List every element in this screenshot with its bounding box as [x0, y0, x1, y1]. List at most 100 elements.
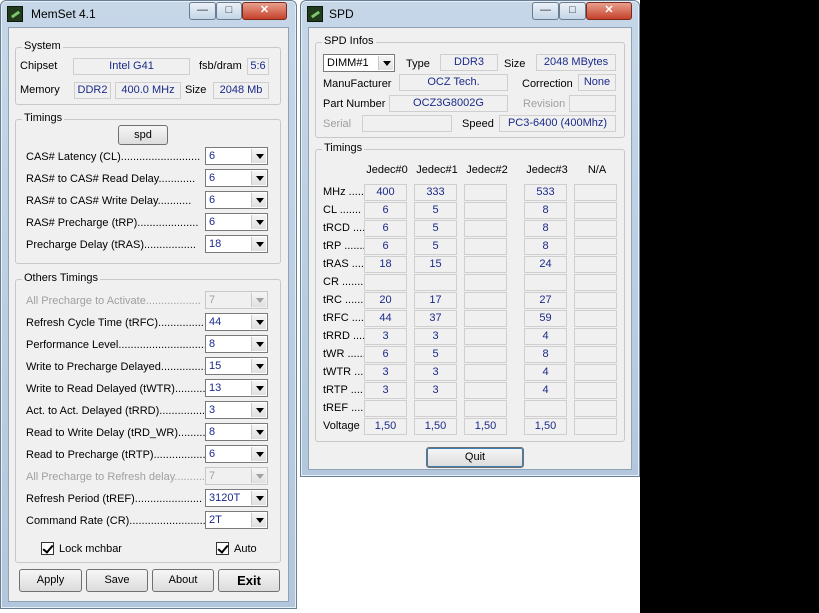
spd-cell: 400: [364, 184, 407, 201]
spd-cell: 37: [414, 310, 457, 327]
about-button[interactable]: About: [152, 569, 214, 592]
spd-cell: 5: [414, 202, 457, 219]
minimize-button[interactable]: —: [532, 2, 559, 20]
type-label: Type: [406, 58, 430, 70]
timings-group-label: Timings: [22, 112, 65, 124]
chevron-down-icon: [251, 193, 266, 207]
other-timing-dropdown[interactable]: 6: [205, 445, 268, 463]
spd-row-label: tRRD .....: [323, 330, 369, 342]
spd-cell: 6: [364, 220, 407, 237]
system-group-label: System: [22, 40, 63, 52]
other-timing-dropdown[interactable]: 2T: [205, 511, 268, 529]
spd-cell: [464, 292, 507, 309]
size-label: Size: [185, 84, 207, 96]
spd-infos-group: SPD Infos DIMM#1 Type DDR3 Size 2048 MBy…: [315, 35, 625, 138]
other-timing-label: Command Rate (CR).......................…: [26, 515, 209, 527]
other-timing-dropdown[interactable]: 13: [205, 379, 268, 397]
spd-cell: 27: [524, 292, 567, 309]
spd-cell: 533: [524, 184, 567, 201]
dimm-select[interactable]: DIMM#1: [323, 54, 395, 72]
exit-button[interactable]: Exit: [218, 569, 280, 592]
memory-label: Memory: [20, 84, 60, 96]
spd-client: SPD Infos DIMM#1 Type DDR3 Size 2048 MBy…: [308, 27, 632, 470]
other-timing-label: Write to Read Delayed (tWTR)...........: [26, 383, 209, 395]
other-timing-dropdown[interactable]: 3120T: [205, 489, 268, 507]
save-button[interactable]: Save: [86, 569, 148, 592]
spd-cell: 8: [524, 220, 567, 237]
lock-mchbar-checkbox[interactable]: [41, 542, 54, 555]
chevron-down-icon: [251, 215, 266, 229]
spd-cell: [574, 292, 617, 309]
apply-button[interactable]: Apply: [19, 569, 82, 592]
spd-cell: [574, 328, 617, 345]
spd-titlebar[interactable]: SPD — □ ✕: [301, 1, 639, 27]
other-timing-dropdown: 7: [205, 291, 268, 309]
other-timing-label: Refresh Period (tREF)...................…: [26, 493, 203, 505]
chevron-down-icon: [251, 171, 266, 185]
spd-cell: 3: [364, 382, 407, 399]
correction-value: None: [578, 74, 616, 91]
chevron-down-icon: [378, 56, 393, 70]
spd-cell: [464, 256, 507, 273]
size-value: 2048 Mb: [213, 82, 269, 99]
timing-label: Precharge Delay (tRAS).................: [26, 239, 196, 251]
maximize-button[interactable]: □: [216, 2, 242, 20]
spd-cell: [464, 382, 507, 399]
timing-label: RAS# Precharge (tRP)....................: [26, 217, 199, 229]
other-timing-dropdown[interactable]: 8: [205, 335, 268, 353]
spd-cell: [574, 238, 617, 255]
spd-cell: [574, 202, 617, 219]
spd-cell: [574, 310, 617, 327]
spd-cell: [464, 310, 507, 327]
chipset-label: Chipset: [20, 60, 58, 72]
spd-cell: [574, 220, 617, 237]
chevron-down-icon: [251, 403, 266, 417]
close-button[interactable]: ✕: [586, 2, 632, 20]
spd-cell: 1,50: [464, 418, 507, 435]
chevron-down-icon: [251, 359, 266, 373]
spd-row-label: tRC .......: [323, 294, 367, 306]
chevron-down-icon: [251, 337, 266, 351]
spd-row-label: tREF .....: [323, 402, 367, 414]
timing-dropdown[interactable]: 6: [205, 213, 268, 231]
timing-dropdown[interactable]: 6: [205, 191, 268, 209]
spd-cell: [464, 202, 507, 219]
chevron-down-icon: [251, 491, 266, 505]
memset-titlebar[interactable]: MemSet 4.1 — □ ✕: [1, 1, 296, 27]
other-timing-dropdown[interactable]: 44: [205, 313, 268, 331]
spd-cell: [464, 400, 507, 417]
system-group: System Chipset Intel G41 fsb/dram 5:6 Me…: [15, 40, 281, 105]
spd-cell: [464, 328, 507, 345]
column-header: Jedec#3: [526, 164, 568, 176]
timing-dropdown[interactable]: 6: [205, 147, 268, 165]
spd-row-label: tWR .......: [323, 348, 369, 360]
spd-row-label: MHz .....: [323, 186, 364, 198]
other-timing-dropdown[interactable]: 3: [205, 401, 268, 419]
chevron-down-icon: [251, 447, 266, 461]
timing-label: RAS# to CAS# Read Delay............: [26, 173, 196, 185]
timing-dropdown[interactable]: 6: [205, 169, 268, 187]
minimize-button[interactable]: —: [189, 2, 216, 20]
spd-cell: 3: [414, 328, 457, 345]
spd-cell: [574, 418, 617, 435]
auto-checkbox[interactable]: [216, 542, 229, 555]
spd-cell: 5: [414, 220, 457, 237]
spd-cell: 4: [524, 328, 567, 345]
spd-cell: [464, 364, 507, 381]
spd-cell: [464, 184, 507, 201]
chevron-down-icon: [251, 469, 266, 483]
spd-cell: 8: [524, 346, 567, 363]
close-button[interactable]: ✕: [242, 2, 287, 20]
spd-cell: [464, 274, 507, 291]
maximize-button[interactable]: □: [559, 2, 586, 20]
other-timing-dropdown[interactable]: 8: [205, 423, 268, 441]
spd-cell: 24: [524, 256, 567, 273]
quit-button[interactable]: Quit: [426, 447, 524, 468]
spd-cell: 4: [524, 364, 567, 381]
memset-app-icon: [7, 6, 23, 22]
spd-button[interactable]: spd: [118, 125, 168, 145]
other-timing-label: Act. to Act. Delayed (tRRD).............…: [26, 405, 206, 417]
spd-row-label: tRCD .....: [323, 222, 369, 234]
timing-dropdown[interactable]: 18: [205, 235, 268, 253]
other-timing-dropdown[interactable]: 15: [205, 357, 268, 375]
